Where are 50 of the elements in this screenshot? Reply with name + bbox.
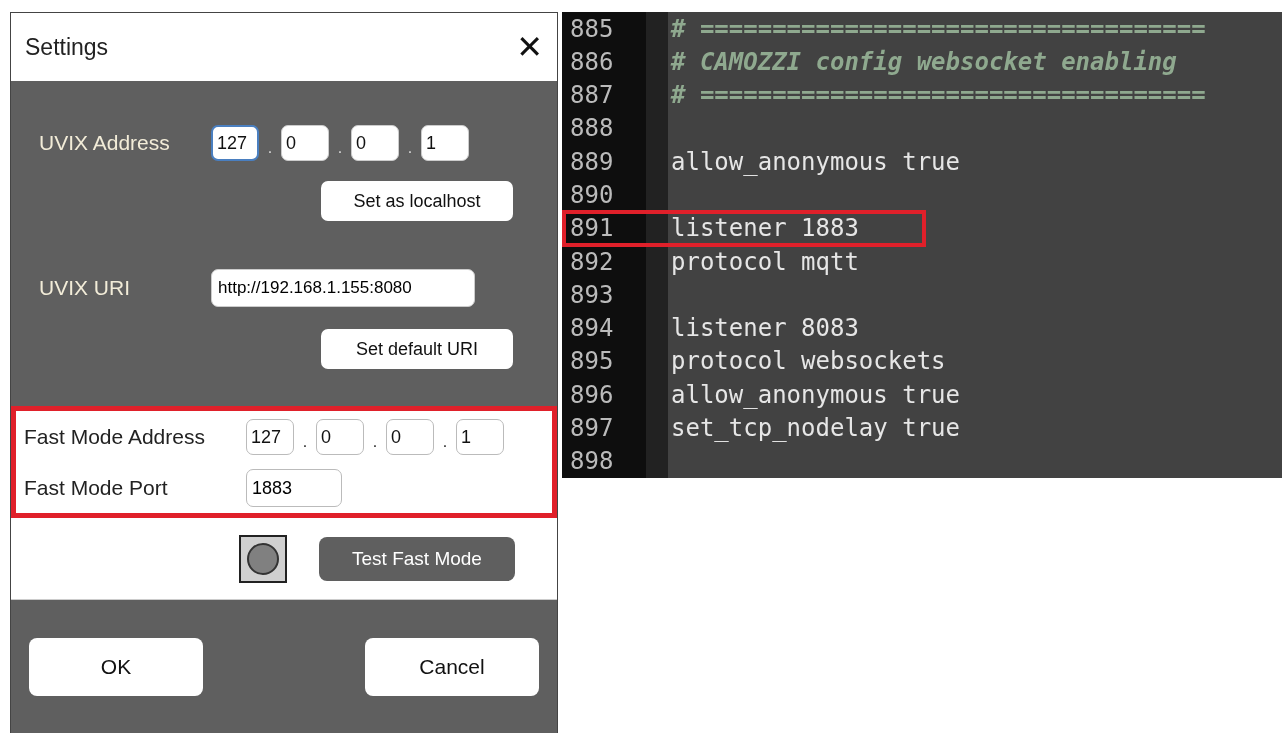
field-label: UVIX Address [38, 131, 171, 155]
octet-field[interactable]: 0 [351, 125, 399, 161]
set-localhost-button[interactable]: Set as localhost [321, 181, 513, 221]
field-label: Fast Mode Port [24, 476, 169, 500]
octet-field[interactable]: 127 [211, 125, 259, 161]
field-label: Fast Mode Address [24, 425, 206, 449]
octet-field[interactable]: 0 [281, 125, 329, 161]
line-number: 895 [562, 344, 668, 379]
close-button[interactable]: ✕ [516, 28, 543, 66]
octet-field[interactable]: 1 [456, 419, 504, 455]
line-number: 894 [562, 311, 668, 345]
cancel-button[interactable]: Cancel [365, 637, 539, 696]
uri-field[interactable]: http://192.168.1.155:8080 [211, 269, 475, 307]
code-line: listener 8083 [670, 314, 859, 343]
line-number: 896 [562, 378, 668, 412]
status-indicator-icon [239, 534, 287, 583]
line-number: 888 [562, 111, 668, 146]
set-default-uri-button[interactable]: Set default URI [321, 329, 513, 369]
line-number: 889 [562, 145, 668, 179]
line-number: 898 [562, 444, 668, 478]
code-line: listener 1883 [670, 214, 859, 243]
code-comment: # CAMOZZI config websocket enabling [669, 47, 1177, 76]
code-line: allow_anonymous true [670, 147, 960, 176]
line-number: 890 [562, 178, 668, 212]
separator-dot: . [406, 139, 414, 158]
code-line: allow_anonymous true [670, 380, 960, 409]
separator-dot: . [336, 139, 344, 158]
field-label: UVIX URI [38, 276, 131, 300]
line-number: 897 [562, 411, 668, 445]
octet-field[interactable]: 127 [246, 419, 294, 455]
code-comment: # =================================== [669, 81, 1206, 110]
separator-dot: . [371, 433, 379, 452]
separator-dot: . [266, 139, 274, 158]
code-comment: # =================================== [669, 14, 1206, 43]
code-line: protocol mqtt [670, 247, 859, 276]
separator-dot: . [441, 433, 449, 452]
line-number: 886 [562, 45, 668, 79]
code-line: protocol websockets [670, 347, 946, 376]
octet-field[interactable]: 0 [316, 419, 364, 455]
line-number: 893 [562, 278, 668, 312]
octet-field[interactable]: 1 [421, 125, 469, 161]
line-number: 885 [562, 12, 668, 46]
code-line: set_tcp_nodelay true [670, 414, 960, 442]
test-fast-mode-button[interactable]: Test Fast Mode [319, 536, 515, 581]
port-field[interactable]: 1883 [246, 469, 342, 507]
dialog-title: Settings [25, 33, 109, 61]
separator-dot: . [301, 433, 309, 452]
ok-button[interactable]: OK [29, 637, 203, 696]
line-number: 887 [562, 78, 668, 112]
octet-field[interactable]: 0 [386, 419, 434, 455]
